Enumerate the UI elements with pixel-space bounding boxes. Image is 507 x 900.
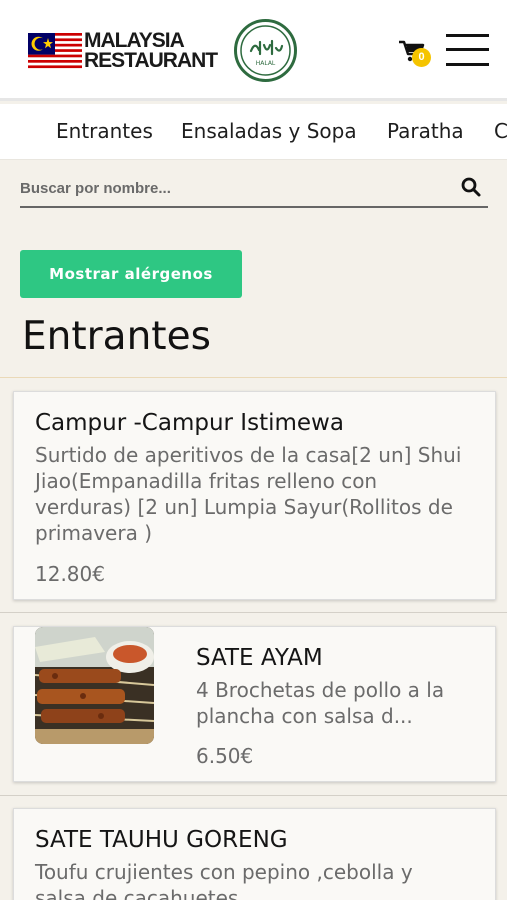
category-tabs: Entrantes Ensaladas y Sopa Paratha C bbox=[0, 104, 507, 160]
item-description: Surtido de aperitivos de la casa[2 un] S… bbox=[35, 442, 490, 546]
item-description-line: Surtido de aperitivos de la casa[2 un] S… bbox=[35, 443, 462, 467]
item-divider bbox=[0, 795, 507, 796]
tab-next-category[interactable]: C bbox=[494, 119, 507, 143]
tab-entrantes[interactable]: Entrantes bbox=[56, 119, 153, 143]
item-description-line: Jiao(Empanadilla fritas relleno con bbox=[35, 469, 378, 493]
item-price: 6.50€ bbox=[196, 744, 254, 768]
menu-item-card[interactable]: SATE AYAM 4 Brochetas de pollo a la plan… bbox=[13, 626, 496, 782]
item-divider bbox=[0, 612, 507, 613]
site-header: MALAYSIA RESTAURANT HALAL 0 bbox=[0, 0, 507, 101]
halal-label: HALAL bbox=[256, 60, 276, 67]
tab-paratha[interactable]: Paratha bbox=[387, 119, 464, 143]
item-description-line: verduras) [2 un] Lumpia Sayur(Rollitos d… bbox=[35, 495, 453, 519]
item-description: 4 Brochetas de pollo a la plancha con sa… bbox=[196, 677, 486, 729]
item-description-line: 4 Brochetas de pollo a la bbox=[196, 678, 445, 702]
item-description-line: salsa de cacahuetes bbox=[35, 886, 239, 900]
menu-item-card[interactable]: Campur -Campur Istimewa Surtido de aperi… bbox=[13, 391, 496, 600]
item-title: SATE TAUHU GORENG bbox=[35, 827, 288, 853]
restaurant-brand[interactable]: MALAYSIA RESTAURANT bbox=[84, 29, 218, 72]
search-input[interactable] bbox=[20, 176, 440, 200]
show-allergens-button[interactable]: Mostrar alérgenos bbox=[20, 250, 242, 298]
item-description-line: Toufu crujientes con pepino ,cebolla y bbox=[35, 860, 413, 884]
sate-ayam-photo bbox=[35, 627, 154, 744]
item-description-line: plancha con salsa d... bbox=[196, 704, 413, 728]
item-title: SATE AYAM bbox=[196, 645, 323, 671]
search-icon[interactable] bbox=[460, 176, 482, 198]
search-bar bbox=[20, 172, 488, 208]
malaysia-flag-icon bbox=[28, 33, 82, 71]
brand-line-1: MALAYSIA bbox=[84, 29, 185, 52]
section-title: Entrantes bbox=[22, 314, 211, 359]
brand-line-2: RESTAURANT bbox=[84, 49, 218, 72]
item-description-line: primavera ) bbox=[35, 521, 152, 545]
section-divider bbox=[0, 377, 507, 378]
item-price: 12.80€ bbox=[35, 562, 105, 586]
item-description: Toufu crujientes con pepino ,cebolla y s… bbox=[35, 859, 490, 900]
menu-hamburger-icon[interactable] bbox=[446, 34, 489, 66]
tab-ensaladas-y-sopa[interactable]: Ensaladas y Sopa bbox=[181, 119, 357, 143]
item-title: Campur -Campur Istimewa bbox=[35, 410, 344, 436]
cart-count-badge: 0 bbox=[412, 48, 431, 67]
menu-item-card[interactable]: SATE TAUHU GORENG Toufu crujientes con p… bbox=[13, 808, 496, 900]
halal-badge-icon: HALAL bbox=[234, 19, 297, 82]
